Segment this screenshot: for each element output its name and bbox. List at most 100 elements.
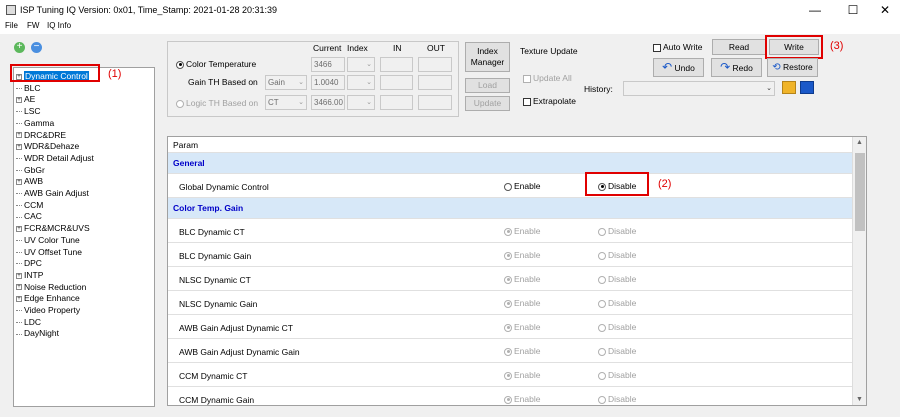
tree-item[interactable]: Gamma <box>16 118 54 129</box>
color-temperature-in <box>380 57 413 72</box>
tree-item[interactable]: AWB Gain Adjust <box>16 188 89 199</box>
module-tree[interactable]: + Dynamic Control BLC + AE LSC Gamma + DRC&DRE + W… <box>13 67 155 407</box>
undo-icon: ↶ <box>662 60 673 74</box>
tree-item-label: WDR&Dehaze <box>24 141 80 152</box>
radio-indicator <box>504 299 512 308</box>
expand-icon[interactable]: + <box>16 272 22 279</box>
grid-row: AWB Gain Adjust Dynamic Gain Enable Disabl… <box>168 339 852 363</box>
logic-index-select: ⌄ <box>347 95 375 110</box>
scroll-down-icon[interactable]: ▼ <box>856 396 863 403</box>
auto-write-label: Auto Write <box>663 42 703 52</box>
menu-fw[interactable]: FW <box>27 21 39 30</box>
grid-row: NLSC Dynamic Gain Enable Disable <box>168 291 852 315</box>
scroll-thumb[interactable] <box>855 153 865 231</box>
tree-item-label: DRC&DRE <box>24 129 67 140</box>
close-button[interactable]: ✕ <box>870 2 900 18</box>
grid-row-label: Color Temp. Gain <box>173 203 244 213</box>
tree-item[interactable]: DayNight <box>16 328 59 339</box>
radio-indicator <box>598 395 606 404</box>
tree-item-label: DPC <box>24 258 42 269</box>
enable-label: Enable <box>514 298 541 308</box>
scroll-up-icon[interactable]: ▲ <box>856 139 863 146</box>
tree-item[interactable]: GbGr <box>16 165 45 176</box>
gain-th-select: Gain ⌄ <box>265 75 307 90</box>
expand-icon[interactable]: + <box>16 179 22 186</box>
annotation-label-3: (3) <box>830 40 844 52</box>
history-select[interactable]: ⌄ <box>623 81 775 96</box>
restore-button[interactable]: ⟲ Restore <box>767 58 818 77</box>
tree-line <box>16 333 22 335</box>
expand-icon[interactable]: + <box>16 143 22 150</box>
logic-in <box>380 95 413 110</box>
tree-item[interactable]: + INTP <box>16 270 43 281</box>
tree-item-label: GbGr <box>24 164 45 175</box>
tree-item[interactable]: BLC <box>16 83 41 94</box>
grid-scrollbar[interactable]: ▲ ▼ <box>852 137 866 405</box>
tree-item[interactable]: WDR Detail Adjust <box>16 153 94 164</box>
tree-item-label: LSC <box>24 106 41 117</box>
color-temperature-radio[interactable]: Color Temperature <box>176 59 256 69</box>
expand-icon[interactable]: + <box>16 296 22 303</box>
grid-row-label: BLC Dynamic Gain <box>179 251 252 261</box>
tree-item[interactable]: Video Property <box>16 305 80 316</box>
enable-radio: Enable <box>504 250 540 260</box>
add-icon[interactable]: + <box>14 42 25 53</box>
tree-item-label: AWB Gain Adjust <box>24 188 89 198</box>
disable-radio: Disable <box>598 394 636 404</box>
grid-row-label: AWB Gain Adjust Dynamic CT <box>179 323 293 333</box>
enable-label: Enable <box>514 322 541 332</box>
menu-iq-info[interactable]: IQ Info <box>47 21 71 30</box>
tree-line <box>16 169 22 171</box>
grid-row: Global Dynamic Control Enable Disable <box>168 174 852 198</box>
minimize-button[interactable]: — <box>800 2 830 18</box>
disable-radio: Disable <box>598 250 636 260</box>
remove-icon[interactable]: − <box>31 42 42 53</box>
color-temperature-current: 3466 <box>311 57 345 72</box>
tree-item[interactable]: CCM <box>16 200 43 211</box>
annotation-box-2 <box>585 172 649 196</box>
undo-button[interactable]: ↶ Undo <box>653 58 704 77</box>
save-icon[interactable] <box>800 81 814 94</box>
redo-button[interactable]: ↷ Redo <box>711 58 762 77</box>
expand-icon[interactable]: + <box>16 132 22 139</box>
menu-file[interactable]: File <box>5 21 18 30</box>
auto-write-checkbox[interactable]: Auto Write <box>653 42 703 52</box>
read-button[interactable]: Read <box>712 39 766 55</box>
enable-label: Enable <box>514 250 541 260</box>
expand-icon[interactable]: + <box>16 97 22 104</box>
tree-item[interactable]: + DRC&DRE <box>16 130 66 141</box>
tree-item[interactable]: LDC <box>16 317 41 328</box>
tree-item[interactable]: + WDR&Dehaze <box>16 141 79 152</box>
tree-item[interactable]: + Noise Reduction <box>16 282 86 293</box>
tree-item[interactable]: UV Offset Tune <box>16 247 82 258</box>
tree-item[interactable]: + AWB <box>16 176 43 187</box>
tree-item-label: CAC <box>24 211 42 222</box>
tree-item[interactable]: + AE <box>16 94 35 105</box>
tree-item[interactable]: UV Color Tune <box>16 235 80 246</box>
header-current: Current <box>313 43 342 53</box>
tree-item[interactable]: DPC <box>16 258 42 269</box>
disable-radio: Disable <box>598 274 636 284</box>
disable-label: Disable <box>608 250 637 260</box>
maximize-button[interactable]: ☐ <box>838 2 868 18</box>
grid-row-label: Global Dynamic Control <box>179 182 269 192</box>
tree-item[interactable]: LSC <box>16 106 41 117</box>
radio-indicator <box>504 275 512 284</box>
redo-icon: ↷ <box>720 60 731 74</box>
expand-icon[interactable]: + <box>16 284 22 291</box>
open-folder-icon[interactable] <box>782 81 796 94</box>
index-manager-button[interactable]: Index Manager <box>465 42 510 72</box>
disable-label: Disable <box>608 322 637 332</box>
restore-label: Restore <box>783 62 813 72</box>
enable-radio[interactable]: Enable <box>504 181 540 191</box>
logic-current: 3466.00 <box>311 95 345 110</box>
tree-item[interactable]: + Edge Enhance <box>16 293 80 304</box>
grid-row-label: CCM Dynamic CT <box>179 371 248 381</box>
tree-item[interactable]: + FCR&MCR&UVS <box>16 223 90 234</box>
extrapolate-checkbox[interactable]: Extrapolate <box>523 96 576 106</box>
tree-item-label: LDC <box>24 316 42 327</box>
expand-icon[interactable]: + <box>16 225 22 232</box>
enable-label: Enable <box>514 226 541 236</box>
tree-item[interactable]: CAC <box>16 211 42 222</box>
radio-indicator <box>176 60 184 69</box>
